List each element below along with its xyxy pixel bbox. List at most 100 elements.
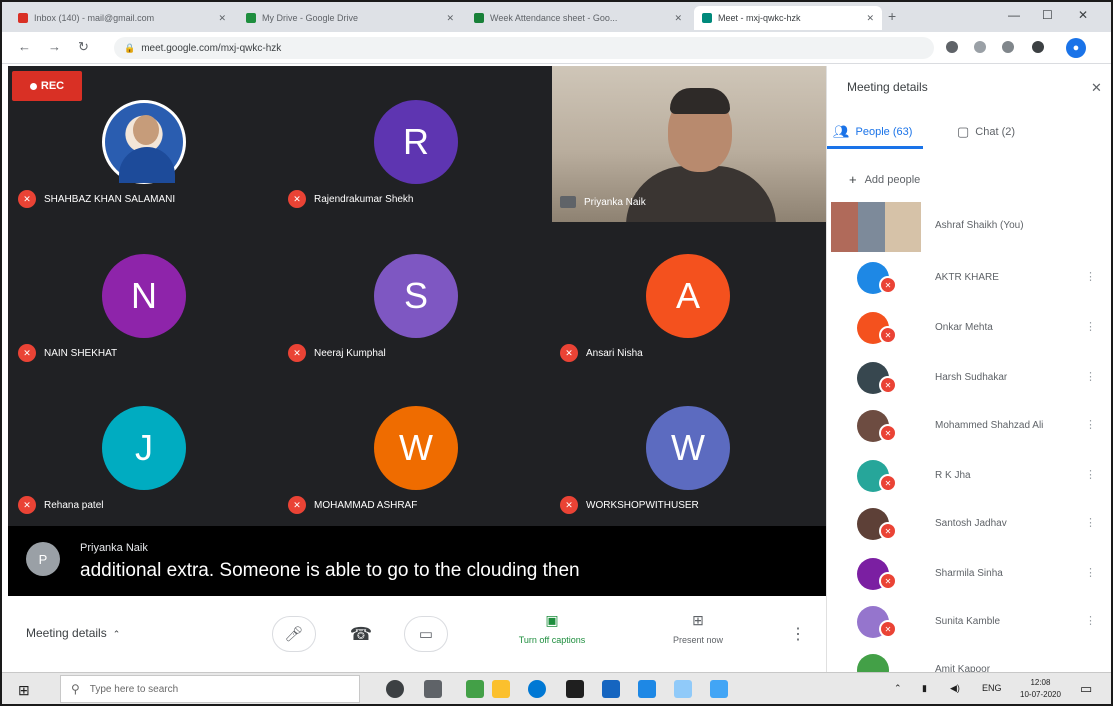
participant-name: Amit Kapoor xyxy=(935,664,991,672)
app-icon[interactable] xyxy=(674,680,692,698)
participant-tile[interactable]: S ✕ Neeraj Kumphal xyxy=(280,222,552,374)
more-options-icon[interactable]: ⋮ xyxy=(790,624,806,644)
participant-tile[interactable]: ✕ SHAHBAZ KHAN SALAMANI xyxy=(8,66,280,222)
store-icon[interactable] xyxy=(566,680,584,698)
more-vert-icon[interactable]: ⋮ xyxy=(1085,614,1096,627)
camera-button[interactable]: ▭ xyxy=(404,616,448,652)
puzzle-icon[interactable] xyxy=(1032,41,1044,53)
participant-row[interactable]: ✕ R K Jha ⋮ xyxy=(827,452,1111,502)
participant-avatar: W xyxy=(646,406,730,490)
window-close-icon[interactable]: ✕ xyxy=(1078,8,1088,22)
mic-off-icon: ✕ xyxy=(879,276,897,294)
browser-tab-meet[interactable]: Meet - mxj-qwkc-hzk ✕ xyxy=(694,6,882,30)
active-tab-indicator xyxy=(827,146,923,149)
participant-row[interactable]: ✕ Santosh Jadhav ⋮ xyxy=(827,500,1111,550)
participant-row[interactable]: Amit Kapoor xyxy=(827,646,1111,672)
participant-row[interactable]: ✕ AKTR KHARE ⋮ xyxy=(827,254,1111,304)
star-icon[interactable] xyxy=(974,41,986,53)
participant-avatar: R xyxy=(374,100,458,184)
participant-name: Ansari Nisha xyxy=(586,347,643,359)
participant-row[interactable]: ✕ Sunita Kamble ⋮ xyxy=(827,598,1111,648)
network-icon[interactable]: ▮ xyxy=(922,683,927,694)
people-icon: 👥︎ xyxy=(833,124,850,139)
participant-tile[interactable]: A ✕ Ansari Nisha xyxy=(552,222,826,374)
address-bar[interactable]: 🔒 meet.google.com/mxj-qwkc-hzk xyxy=(114,37,934,59)
participant-tile[interactable]: R ✕ Rajendrakumar Shekh xyxy=(280,66,552,222)
profile-avatar[interactable]: ● xyxy=(1066,38,1086,58)
task-view-icon[interactable] xyxy=(424,680,442,698)
close-icon[interactable]: ✕ xyxy=(860,13,874,24)
participant-row[interactable]: ✕ Mohammed Shahzad Ali ⋮ xyxy=(827,402,1111,452)
file-explorer-icon[interactable] xyxy=(492,680,510,698)
leave-call-button[interactable]: ☎︎ xyxy=(338,616,384,652)
taskbar-search-box[interactable]: ⚲ Type here to search xyxy=(60,675,360,703)
mic-off-icon: ✕ xyxy=(879,474,897,492)
lock-icon: 🔒 xyxy=(124,42,136,53)
participant-row[interactable]: ✕ Onkar Mehta ⋮ xyxy=(827,304,1111,354)
volume-icon[interactable]: ◀) xyxy=(950,683,960,694)
mic-off-icon: ✕ xyxy=(288,344,306,362)
windows-start-icon[interactable]: ⊞ xyxy=(18,682,30,699)
browser-tab-gmail[interactable]: Inbox (140) - mail@gmail.com ✕ xyxy=(10,6,234,30)
present-now-button[interactable]: ⊞ Present now xyxy=(650,612,746,645)
extension-icon[interactable] xyxy=(1002,41,1014,53)
more-vert-icon[interactable]: ⋮ xyxy=(1085,468,1096,481)
presenting-icon xyxy=(560,196,576,208)
participant-row[interactable]: ✕ Sharmila Sinha ⋮ xyxy=(827,550,1111,600)
more-vert-icon[interactable]: ⋮ xyxy=(1085,270,1096,283)
tab-chat[interactable]: ▢ Chat (2) xyxy=(957,124,1015,140)
close-icon[interactable]: ✕ xyxy=(212,13,226,24)
app-icon[interactable] xyxy=(710,680,728,698)
participant-name: Sharmila Sinha xyxy=(935,568,1003,579)
app-icon[interactable] xyxy=(466,680,484,698)
self-participant-row: Ashraf Shaikh (You) xyxy=(827,200,1111,254)
participant-name: Neeraj Kumphal xyxy=(314,347,386,359)
more-vert-icon[interactable]: ⋮ xyxy=(1085,418,1096,431)
clock-time: 12:08 xyxy=(1030,678,1051,687)
cortana-icon[interactable] xyxy=(386,680,404,698)
new-tab-button[interactable]: + xyxy=(888,8,896,24)
close-icon[interactable]: ✕ xyxy=(440,13,454,24)
microphone-button[interactable]: 🎤︎ xyxy=(272,616,316,652)
browser-tab-drive[interactable]: My Drive - Google Drive ✕ xyxy=(238,6,462,30)
participant-tile[interactable]: W ✕ MOHAMMAD ASHRAF xyxy=(280,374,552,526)
maximize-icon[interactable]: ☐ xyxy=(1042,8,1053,22)
reload-icon[interactable]: ↻ xyxy=(78,39,89,55)
participant-name: Mohammed Shahzad Ali xyxy=(935,420,1044,431)
close-icon[interactable]: ✕ xyxy=(668,13,682,24)
language-indicator[interactable]: ENG xyxy=(982,683,1002,693)
more-vert-icon[interactable]: ⋮ xyxy=(1085,320,1096,333)
camera-extension-icon[interactable] xyxy=(946,41,958,53)
forward-arrow-icon[interactable]: → xyxy=(48,39,61,54)
more-vert-icon[interactable]: ⋮ xyxy=(1085,516,1096,529)
chrome-icon[interactable] xyxy=(638,680,656,698)
participant-tile[interactable]: J ✕ Rehana patel xyxy=(8,374,280,526)
mic-off-icon: ✕ xyxy=(879,376,897,394)
taskbar-clock[interactable]: 12:08 10-07-2020 xyxy=(1020,677,1061,701)
close-icon[interactable]: ✕ xyxy=(1091,80,1102,96)
edge-icon[interactable] xyxy=(528,680,546,698)
participant-row[interactable]: ✕ Harsh Sudhakar ⋮ xyxy=(827,354,1111,404)
presenter-video[interactable]: Priyanka Naik xyxy=(552,66,826,222)
more-vert-icon[interactable]: ⋮ xyxy=(1085,370,1096,383)
participant-name: SHAHBAZ KHAN SALAMANI xyxy=(44,193,176,205)
video-grid: REC ✕ SHAHBAZ KHAN SALAMANI R ✕ Rajendra… xyxy=(8,66,826,596)
mic-off-icon: ✕ xyxy=(18,190,36,208)
mic-off-icon: ✕ xyxy=(560,344,578,362)
browser-toolbar: ← → ↻ 🔒 meet.google.com/mxj-qwkc-hzk ● xyxy=(2,32,1111,64)
chevron-up-icon[interactable]: ⌃ xyxy=(894,683,902,694)
minimize-icon[interactable]: — xyxy=(1008,8,1020,22)
meeting-details-panel: Meeting details ✕ 👥︎ People (63) ▢ Chat … xyxy=(826,66,1111,672)
more-vert-icon[interactable]: ⋮ xyxy=(1085,566,1096,579)
notifications-icon[interactable]: ▭ xyxy=(1080,681,1092,697)
browser-tab-sheets[interactable]: Week Attendance sheet - Goo... ✕ xyxy=(466,6,690,30)
participant-tile[interactable]: W ✕ WORKSHOPWITHUSER xyxy=(552,374,826,526)
mail-icon[interactable] xyxy=(602,680,620,698)
turn-off-captions-button[interactable]: ▣ Turn off captions xyxy=(504,612,600,645)
mic-off-icon: ✕ xyxy=(288,496,306,514)
back-arrow-icon[interactable]: ← xyxy=(18,39,31,54)
add-people-button[interactable]: + Add people xyxy=(849,172,920,187)
participant-tile[interactable]: N ✕ NAIN SHEKHAT xyxy=(8,222,280,374)
tab-people[interactable]: 👥︎ People (63) xyxy=(833,124,912,140)
meeting-details-button[interactable]: Meeting details ⌃ xyxy=(26,626,120,640)
